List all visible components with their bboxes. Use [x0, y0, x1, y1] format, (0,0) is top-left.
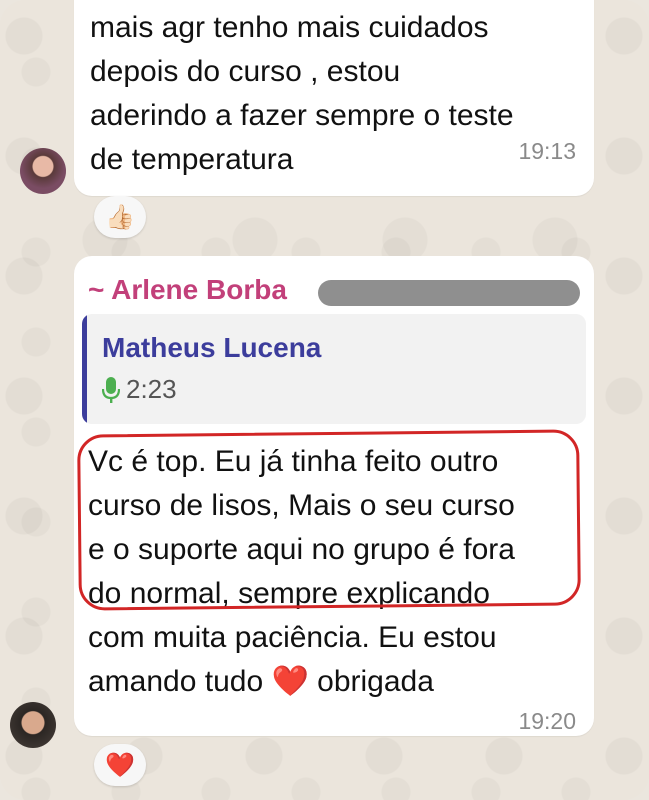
redacted-phone-number	[318, 280, 580, 306]
heart-reaction-icon[interactable]: ❤️	[94, 744, 146, 786]
message-timestamp: 19:13	[518, 138, 576, 164]
message-bubble[interactable]: mais agr tenho mais cuidados depois do c…	[74, 0, 594, 196]
chat-background: mais agr tenho mais cuidados depois do c…	[0, 0, 649, 800]
message-text: mais agr tenho mais cuidados depois do c…	[90, 11, 514, 176]
avatar[interactable]	[10, 702, 56, 748]
quoted-sender-name: Matheus Lucena	[102, 332, 322, 363]
audio-duration: 2:23	[126, 374, 177, 404]
message-timestamp: 19:20	[518, 708, 576, 734]
avatar[interactable]	[20, 148, 66, 194]
thumbs-up-reaction-icon[interactable]: 👍🏻	[94, 196, 146, 238]
sender-name[interactable]: ~ Arlene Borba	[88, 274, 287, 306]
microphone-icon	[102, 376, 120, 403]
red-highlight-annotation	[77, 429, 581, 611]
quoted-message[interactable]: Matheus Lucena 2:23	[82, 314, 586, 424]
quote-accent-bar	[82, 314, 87, 424]
quoted-audio: 2:23	[102, 374, 177, 405]
